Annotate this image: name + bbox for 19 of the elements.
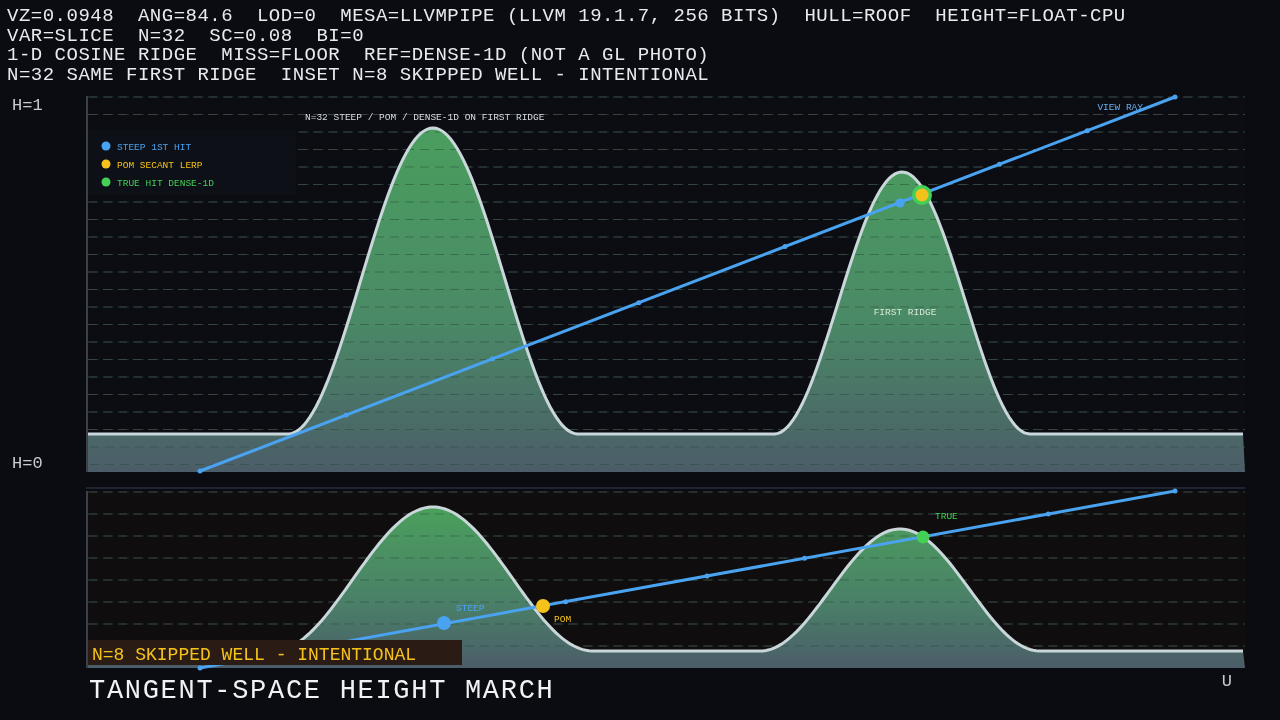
ray-label: VIEW RAY: [1097, 102, 1143, 113]
chart-caption: N=32 STEEP / POM / DENSE-1D ON FIRST RIDGE: [305, 112, 545, 123]
banner: N=8 SKIPPED WELL - INTENTIONAL: [88, 640, 462, 665]
page-title: TANGENT-SPACE HEIGHT MARCH: [89, 676, 555, 706]
ridge-label: FIRST RIDGE: [873, 307, 937, 318]
marker-label: POM: [554, 614, 572, 625]
header-line: VAR=SLICE N=32 SC=0.08 BI=0: [7, 26, 365, 46]
axis-label: H=0: [12, 454, 43, 473]
marker-label: TRUE: [935, 511, 958, 522]
header-line: N=32 SAME FIRST RIDGE INSET N=8 SKIPPED WELL - INTENTIONAL: [7, 65, 710, 85]
hit-marker-drawing: [895, 185, 932, 208]
header-line: 1-D COSINE RIDGE MISS=FLOOR REF=DENSE-1D (NOT A GL PHOTO): [7, 46, 710, 66]
axis-label: U: [1221, 672, 1232, 692]
legend-label: STEEP 1ST HIT: [117, 142, 192, 153]
axis-label: H=1: [12, 96, 43, 115]
header-line: VZ=0.0948 ANG=84.6 LOD=0 MESA=LLVMPIPE (LLVM 19.1.7, 256 BITS) HULL=ROOF HEIGHT=FLOAT-CPU: [7, 7, 1126, 27]
legend-label: TRUE HIT DENSE-1D: [117, 178, 214, 189]
legend-label: POM SECANT LERP: [117, 160, 203, 171]
marker-label: STEEP: [456, 603, 485, 614]
